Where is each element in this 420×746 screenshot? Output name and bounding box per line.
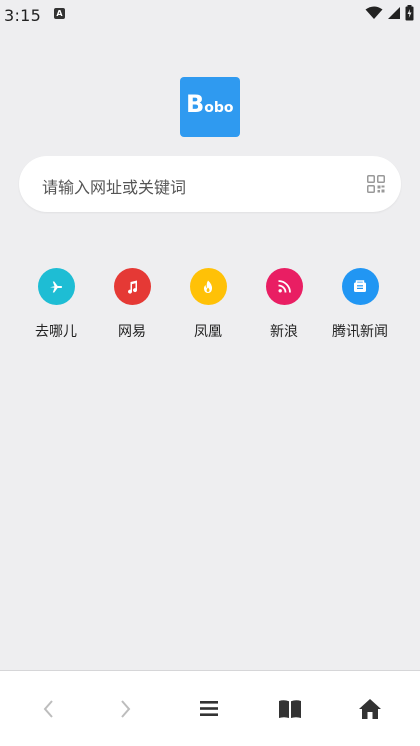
qr-scan-icon[interactable]	[367, 175, 385, 193]
shortcut-circle	[37, 268, 75, 305]
rss-icon	[277, 280, 291, 293]
battery-icon	[405, 5, 414, 21]
home-icon[interactable]	[358, 698, 382, 720]
shortcut-label: 网易	[118, 324, 146, 340]
shortcut-qunar[interactable]: 去哪儿	[18, 268, 94, 341]
shortcut-label: 去哪儿	[35, 324, 77, 340]
wifi-icon	[365, 6, 383, 19]
cell-signal-icon	[388, 7, 400, 19]
shortcut-grid: 去哪儿 网易 凤凰 新浪 腾讯新闻	[18, 268, 402, 348]
flame-icon	[203, 280, 213, 293]
shortcut-tencent-news[interactable]: 腾讯新闻	[322, 268, 398, 341]
logo-letters-small: obo	[204, 100, 234, 116]
status-bar: 3:15 A	[0, 0, 420, 32]
logo-letter-big: B	[186, 90, 205, 118]
search-input[interactable]: 请输入网址或关键词	[19, 156, 401, 212]
shortcut-label: 腾讯新闻	[332, 324, 388, 340]
airplane-icon	[50, 281, 63, 292]
news-icon	[354, 280, 366, 292]
shortcut-ifeng[interactable]: 凤凰	[170, 268, 246, 341]
shortcut-circle	[113, 268, 151, 305]
search-placeholder: 请输入网址或关键词	[42, 178, 187, 197]
status-icons	[365, 5, 414, 21]
shortcut-label: 凤凰	[194, 324, 222, 340]
shortcut-netease[interactable]: 网易	[94, 268, 170, 341]
shortcut-sina[interactable]: 新浪	[246, 268, 322, 341]
bottom-nav	[0, 671, 420, 746]
notification-icon: A	[54, 8, 65, 19]
shortcut-label: 新浪	[270, 324, 298, 340]
shortcut-circle	[341, 268, 379, 305]
forward-icon[interactable]	[120, 699, 132, 719]
music-note-icon	[128, 280, 138, 294]
app-logo: Bobo	[180, 77, 240, 137]
shortcut-circle	[265, 268, 303, 305]
status-time: 3:15	[4, 6, 42, 25]
back-icon[interactable]	[42, 699, 54, 719]
shortcut-circle	[189, 268, 227, 305]
bookmarks-icon[interactable]	[278, 699, 302, 719]
menu-icon[interactable]	[200, 701, 218, 716]
